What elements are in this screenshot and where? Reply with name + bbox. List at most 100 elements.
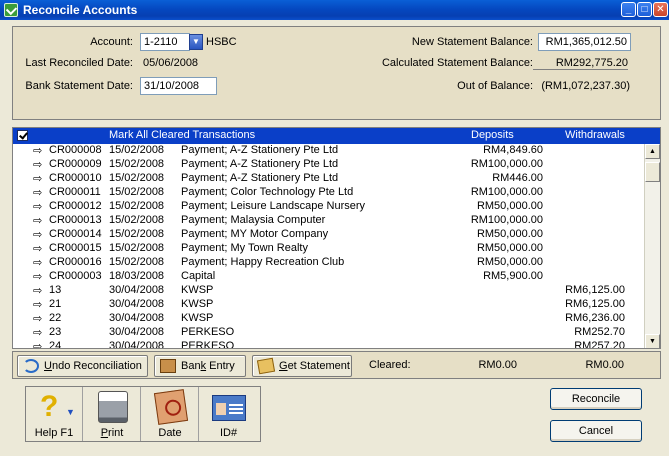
scroll-up-icon[interactable]: ▲ — [645, 144, 660, 159]
row-memo: Payment; A-Z Stationery Pte Ltd — [181, 144, 339, 156]
out-of-balance-value: (RM1,072,237.30) — [541, 80, 630, 92]
mark-all-header[interactable]: Mark All Cleared Transactions — [109, 129, 255, 141]
print-button[interactable]: Print — [84, 387, 141, 441]
row-arrow-icon[interactable]: ⇨ — [33, 200, 42, 213]
row-date: 30/04/2008 — [109, 312, 165, 324]
table-row[interactable]: ⇨ CR000010 15/02/2008 Payment; A-Z Statione… — [13, 172, 625, 186]
bank-entry-icon — [160, 359, 176, 373]
row-withdrawal: RM252.70 — [574, 326, 625, 338]
table-row[interactable]: ⇨ CR000013 15/02/2008 Payment; Malaysia Com… — [13, 214, 625, 228]
close-button[interactable]: ✕ — [653, 2, 668, 17]
row-date: 15/02/2008 — [109, 158, 165, 170]
table-row[interactable]: ⇨ 24 30/04/2008 PERKESO RM257.20 — [13, 340, 625, 349]
row-memo: Payment; Leisure Landscape Nursery — [181, 200, 366, 212]
row-arrow-icon[interactable]: ⇨ — [33, 144, 42, 157]
maximize-button[interactable]: □ — [637, 2, 652, 17]
bank-entry-button[interactable]: Bank Entry — [154, 355, 246, 377]
row-arrow-icon[interactable]: ⇨ — [33, 256, 42, 269]
row-deposit: RM5,900.00 — [483, 270, 543, 282]
undo-reconciliation-button[interactable]: Undo Reconciliation — [17, 355, 148, 377]
table-row[interactable]: ⇨ CR000008 15/02/2008 Payment; A-Z Statione… — [13, 144, 625, 158]
row-withdrawal: RM257.20 — [574, 340, 625, 349]
row-arrow-icon[interactable]: ⇨ — [33, 186, 42, 199]
account-field[interactable]: 1-2110 — [140, 33, 190, 51]
minimize-button[interactable]: _ — [621, 2, 636, 17]
table-row[interactable]: ⇨ CR000015 15/02/2008 Payment; My Town Real… — [13, 242, 625, 256]
bank-statement-date-field[interactable]: 31/10/2008 — [140, 77, 217, 95]
row-deposit: RM4,849.60 — [483, 144, 543, 156]
table-row[interactable]: ⇨ CR000011 15/02/2008 Payment; Color Techno… — [13, 186, 625, 200]
help-dropdown-icon[interactable]: ▼ — [66, 407, 75, 417]
row-arrow-icon[interactable]: ⇨ — [33, 326, 42, 339]
window-body: Account: 1-2110 ▼ HSBC Last Reconciled D… — [4, 20, 665, 456]
help-button[interactable]: ? ▼ Help F1 — [26, 387, 83, 441]
printer-icon — [98, 391, 128, 423]
row-arrow-icon[interactable]: ⇨ — [33, 298, 42, 311]
row-memo: KWSP — [181, 298, 214, 310]
row-arrow-icon[interactable]: ⇨ — [33, 270, 42, 283]
row-arrow-icon[interactable]: ⇨ — [33, 172, 42, 185]
table-row[interactable]: ⇨ 23 30/04/2008 PERKESO RM252.70 — [13, 326, 625, 340]
scroll-thumb[interactable] — [645, 162, 660, 182]
row-date: 15/02/2008 — [109, 214, 165, 226]
row-date: 15/02/2008 — [109, 172, 165, 184]
table-row[interactable]: ⇨ 13 30/04/2008 KWSP RM6,125.00 — [13, 284, 625, 298]
row-deposit: RM446.00 — [492, 172, 543, 184]
get-statement-button[interactable]: Get Statement — [252, 355, 352, 377]
row-memo: Payment; MY Motor Company — [181, 228, 329, 240]
table-row[interactable]: ⇨ 21 30/04/2008 KWSP RM6,125.00 — [13, 298, 625, 312]
row-number: 21 — [49, 298, 62, 310]
row-deposit: RM100,000.00 — [470, 158, 543, 170]
row-memo: Capital — [181, 270, 216, 282]
window-title: Reconcile Accounts — [23, 3, 138, 17]
row-number: CR000015 — [49, 242, 102, 254]
reconcile-button[interactable]: Reconcile — [550, 388, 642, 410]
table-row[interactable]: ⇨ CR000014 15/02/2008 Payment; MY Motor Com… — [13, 228, 625, 242]
table-row[interactable]: ⇨ CR000003 18/03/2008 Capital RM5,900.00 — [13, 270, 625, 284]
row-arrow-icon[interactable]: ⇨ — [33, 228, 42, 241]
title-bar[interactable]: Reconcile Accounts _ □ ✕ — [0, 0, 669, 20]
row-date: 15/02/2008 — [109, 200, 165, 212]
row-arrow-icon[interactable]: ⇨ — [33, 242, 42, 255]
cancel-button[interactable]: Cancel — [550, 420, 642, 442]
table-row[interactable]: ⇨ CR000009 15/02/2008 Payment; A-Z Statione… — [13, 158, 625, 172]
app-check-icon — [4, 3, 18, 17]
row-arrow-icon[interactable]: ⇨ — [33, 312, 42, 325]
cleared-label: Cleared: — [369, 359, 411, 371]
row-date: 15/02/2008 — [109, 186, 165, 198]
row-arrow-icon[interactable]: ⇨ — [33, 284, 42, 297]
get-statement-icon — [256, 357, 276, 375]
new-statement-balance-field[interactable]: RM1,365,012.50 — [538, 33, 631, 51]
row-number: 13 — [49, 284, 62, 296]
vertical-scrollbar[interactable]: ▲ ▼ — [644, 144, 660, 348]
row-arrow-icon[interactable]: ⇨ — [33, 158, 42, 171]
date-button[interactable]: Date — [142, 387, 199, 441]
calculated-balance-label: Calculated Statement Balance: — [381, 57, 533, 69]
header-panel: Account: 1-2110 ▼ HSBC Last Reconciled D… — [12, 26, 661, 120]
id-card-icon — [212, 395, 246, 421]
row-memo: Payment; My Town Realty — [181, 242, 308, 254]
cleared-deposits: RM0.00 — [478, 359, 517, 371]
row-number: CR000012 — [49, 200, 102, 212]
row-number: CR000003 — [49, 270, 102, 282]
date-calendar-icon — [153, 389, 189, 425]
table-row[interactable]: ⇨ CR000012 15/02/2008 Payment; Leisure Land… — [13, 200, 625, 214]
row-arrow-icon[interactable]: ⇨ — [33, 214, 42, 227]
new-statement-balance-label: New Statement Balance: — [411, 36, 533, 48]
account-list-button[interactable]: ▼ — [189, 34, 203, 50]
print-label: rint — [108, 427, 124, 439]
row-arrow-icon[interactable]: ⇨ — [33, 340, 42, 348]
withdrawals-header: Withdrawals — [565, 129, 625, 141]
mark-all-checkbox[interactable] — [17, 130, 28, 141]
date-label: Date — [158, 427, 182, 439]
account-name: HSBC — [206, 36, 237, 48]
row-date: 30/04/2008 — [109, 284, 165, 296]
table-row[interactable]: ⇨ CR000016 15/02/2008 Payment; Happy Recrea… — [13, 256, 625, 270]
row-date: 15/02/2008 — [109, 242, 165, 254]
row-date: 30/04/2008 — [109, 326, 165, 338]
table-row[interactable]: ⇨ 22 30/04/2008 KWSP RM6,236.00 — [13, 312, 625, 326]
id-button[interactable]: ID# — [200, 387, 257, 441]
scroll-down-icon[interactable]: ▼ — [645, 334, 660, 348]
row-withdrawal: RM6,236.00 — [565, 312, 625, 324]
row-deposit: RM100,000.00 — [470, 186, 543, 198]
